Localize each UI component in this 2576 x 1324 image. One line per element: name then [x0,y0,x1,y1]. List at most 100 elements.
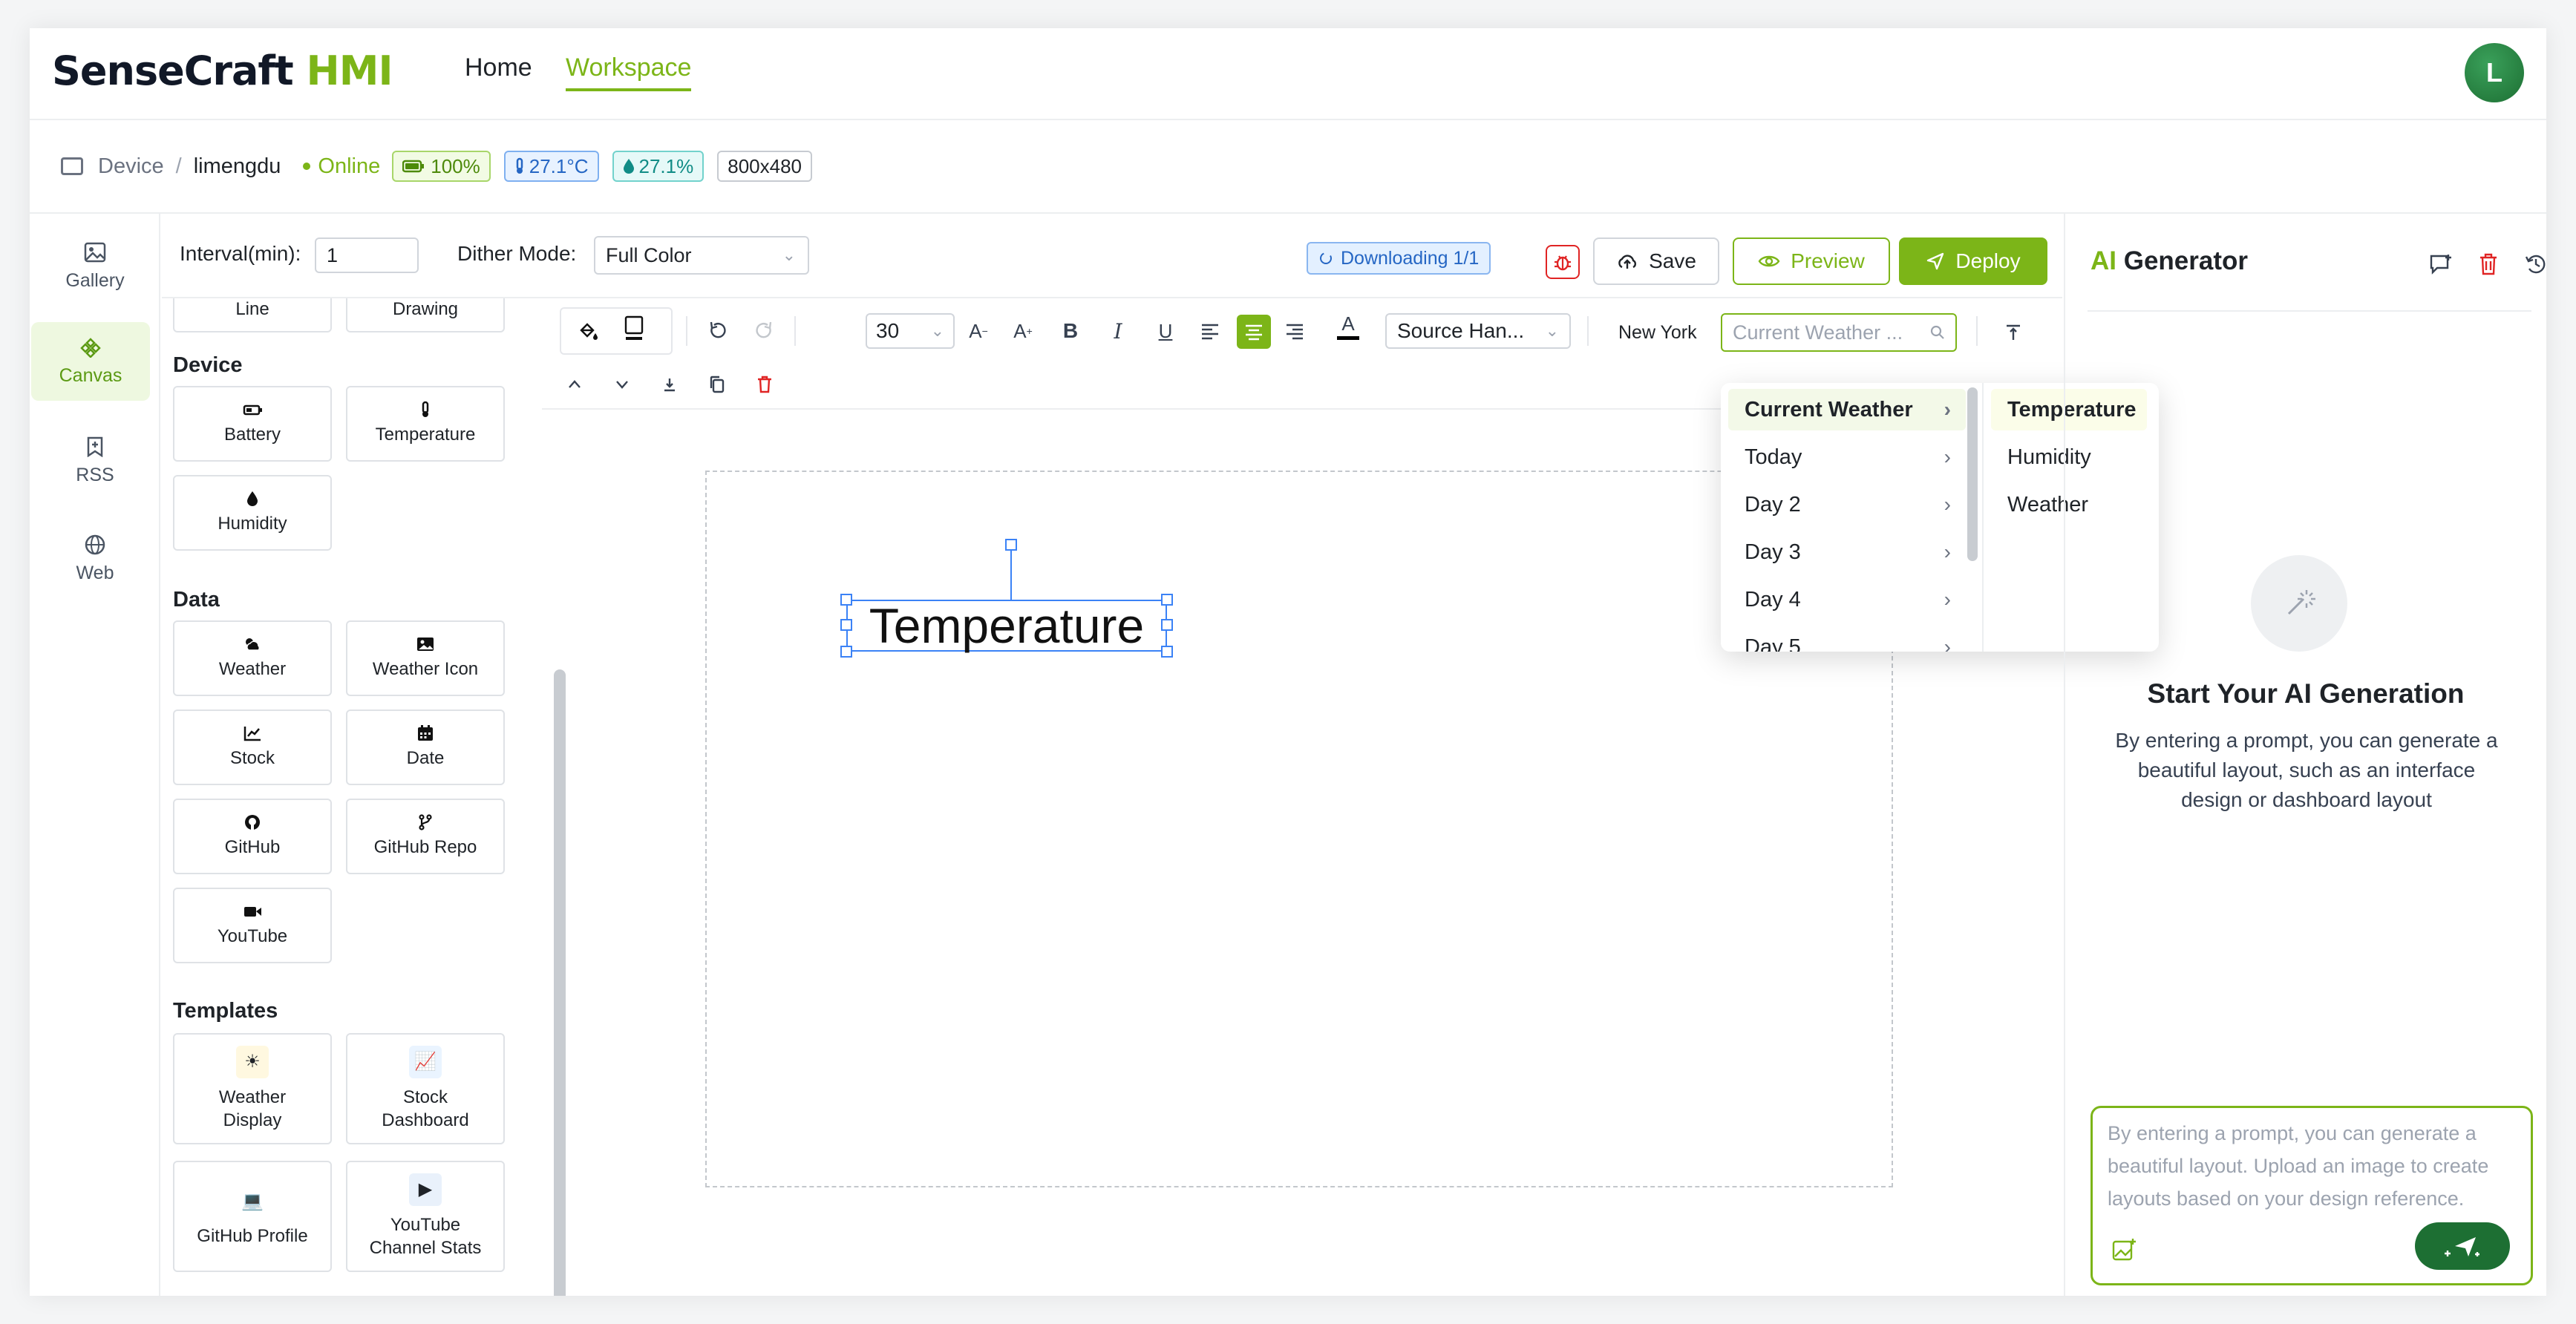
dropdown-item-label: Today [1745,445,1802,469]
send-backward-icon[interactable] [607,370,637,399]
resize-handle[interactable] [840,619,852,631]
palette-label: GitHub Repo [373,837,477,858]
palette-weather[interactable]: Weather [173,620,332,696]
text-element[interactable]: Temperature [846,598,1167,653]
palette-label: YouTube Channel Stats [369,1214,482,1258]
template-youtube-channel-stats[interactable]: ▶ YouTube Channel Stats [346,1161,505,1272]
align-center-icon[interactable] [1237,315,1271,349]
sidebar-item-rss[interactable]: RSS [30,422,160,500]
sidebar-item-gallery[interactable]: Gallery [30,227,160,306]
send-to-back-icon[interactable] [655,370,684,399]
palette-label: GitHub Profile [197,1226,308,1247]
sidebar-item-web[interactable]: Web [30,520,160,598]
dropdown-item-label: Day 5 [1745,635,1801,652]
palette-github-repo[interactable]: GitHub Repo [346,799,505,874]
delete-icon[interactable] [750,370,779,399]
design-canvas[interactable]: Temperature [705,471,1893,1187]
fill-color-icon[interactable] [573,316,603,346]
template-stock-dashboard[interactable]: 📈 Stock Dashboard [346,1033,505,1144]
device-name: limengdu [193,154,281,178]
dither-select[interactable]: Full Color ⌄ [594,236,809,275]
dropdown-item-today[interactable]: Today › [1728,436,1966,478]
font-size-select[interactable]: 30 ⌄ [866,313,955,349]
palette-line[interactable]: Line [173,298,332,332]
rotate-handle[interactable] [1005,539,1017,551]
downloading-badge: Downloading 1/1 [1307,242,1491,275]
breadcrumb-device[interactable]: Device [98,154,164,179]
new-chat-icon[interactable] [2426,249,2456,279]
resize-handle[interactable] [1161,619,1173,631]
font-family-select[interactable]: Source Han... ⌄ [1385,313,1571,349]
deploy-button[interactable]: Deploy [1899,237,2047,285]
redo-icon[interactable] [750,316,779,346]
ai-send-button[interactable] [2415,1222,2510,1270]
chevron-right-icon: › [1944,635,1951,652]
interval-input[interactable]: 1 [315,237,419,273]
ai-panel-title: AI Generator [2090,246,2248,276]
dropdown-item-label: Day 3 [1745,540,1801,564]
delete-icon[interactable] [2474,249,2503,279]
palette-drawing[interactable]: Drawing [346,298,505,332]
underline-icon[interactable]: U [1151,316,1180,346]
dropdown-item-day-5[interactable]: Day 5 › [1728,626,1966,652]
resize-handle[interactable] [1161,646,1173,658]
undo-icon[interactable] [702,316,732,346]
palette-youtube[interactable]: YouTube [173,888,332,963]
data-source-select[interactable]: Current Weather ... [1721,313,1957,352]
settings-bar: Interval(min): 1 Dither Mode: Full Color… [162,214,2062,298]
bold-icon[interactable]: B [1056,316,1085,346]
chevron-down-icon: ⌄ [782,246,796,264]
dropdown-scrollbar[interactable] [1967,387,1978,561]
palette-stock[interactable]: Stock [173,709,332,785]
italic-icon[interactable]: I [1103,316,1133,346]
brand-logo[interactable]: SenseCraft HMI [52,47,393,94]
cloud-upload-icon [1618,255,1637,269]
dropdown-item-label: Day 4 [1745,587,1801,612]
image-upload-icon[interactable] [2111,1237,2137,1264]
history-icon[interactable] [2521,249,2546,279]
sidebar-item-canvas[interactable]: Canvas [31,322,150,401]
dropdown-item-current-weather[interactable]: Current Weather › [1728,389,1966,430]
palette-battery[interactable]: Battery [173,386,332,462]
palette-humidity[interactable]: Humidity [173,475,332,551]
palette-label: Drawing [392,298,459,319]
dropdown-item-day-2[interactable]: Day 2 › [1728,484,1966,525]
nav-home[interactable]: Home [465,53,532,82]
font-size-decrease-icon[interactable]: A − [964,316,993,346]
border-style-icon[interactable] [619,313,649,343]
cloud-sun-icon [246,638,261,652]
palette-weather-icon[interactable]: Weather Icon [346,620,505,696]
debug-button[interactable] [1546,245,1580,279]
template-github-profile[interactable]: 💻 GitHub Profile [173,1161,332,1272]
resize-handle[interactable] [840,646,852,658]
palette-date[interactable]: Date [346,709,505,785]
resize-handle[interactable] [840,594,852,606]
dropdown-item-day-4[interactable]: Day 4 › [1728,579,1966,620]
text-color-icon[interactable]: A [1333,312,1363,341]
nav-workspace[interactable]: Workspace [566,53,692,91]
selected-text-element[interactable]: Temperature [840,539,1173,730]
vertical-align-top-icon[interactable] [1998,318,2028,347]
palette-label: Battery [223,425,281,445]
bring-forward-icon[interactable] [560,370,589,399]
align-right-icon[interactable] [1280,316,1310,346]
location-label[interactable]: New York [1618,322,1697,344]
align-left-icon[interactable] [1195,316,1225,346]
resize-handle[interactable] [1161,594,1173,606]
sun-icon: ☀ [236,1045,269,1078]
save-button[interactable]: Save [1593,237,1719,285]
copy-icon[interactable] [702,370,732,399]
font-size-increase-icon[interactable]: A + [1008,316,1038,346]
template-weather-display[interactable]: ☀ Weather Display [173,1033,332,1144]
battery-icon [402,160,425,173]
app-window: SenseCraft HMI Home Workspace L Device /… [30,28,2546,1296]
preview-button[interactable]: Preview [1733,237,1890,285]
ai-prompt-input[interactable]: By entering a prompt, you can generate a… [2090,1106,2533,1285]
palette-temperature[interactable]: Temperature [346,386,505,462]
avatar[interactable]: L [2465,43,2524,102]
palette-github[interactable]: GitHub [173,799,332,874]
section-device-title: Device [173,353,243,377]
thermometer-icon [516,157,523,174]
font-size-value: 30 [876,319,900,342]
dropdown-item-day-3[interactable]: Day 3 › [1728,531,1966,573]
